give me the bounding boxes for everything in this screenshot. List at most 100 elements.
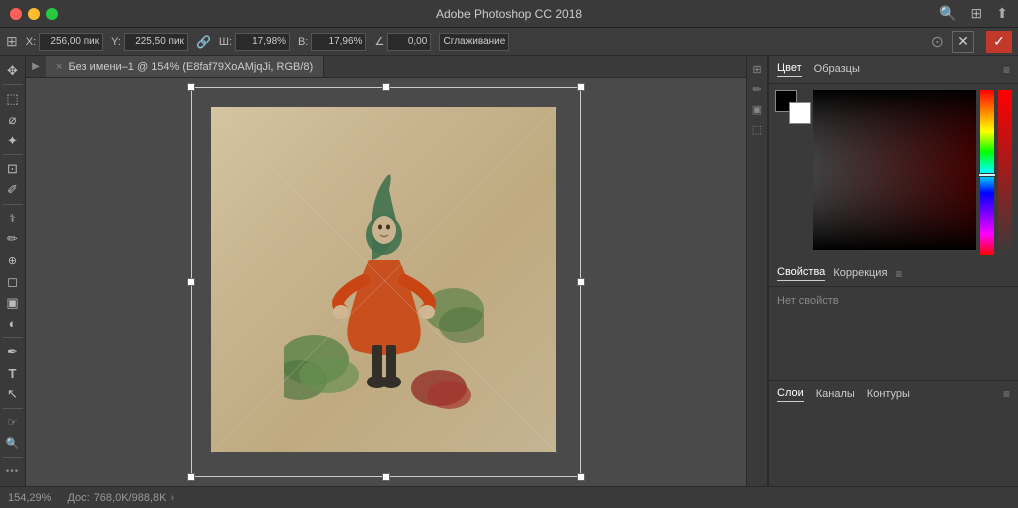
w-field-group: Ш:: [219, 33, 290, 51]
tab-close[interactable]: ×: [56, 61, 62, 73]
tool-patch[interactable]: ⚕: [2, 208, 24, 229]
document-tab[interactable]: × Без имени–1 @ 154% (E8faf79XoAMjqJi, R…: [46, 56, 324, 77]
traffic-lights: [10, 8, 58, 20]
background-swatch[interactable]: [789, 102, 811, 124]
handle-bottom-right[interactable]: [577, 473, 585, 481]
cancel-icon: ✕: [957, 33, 969, 50]
gradient-overlay: [813, 90, 976, 250]
commit-button[interactable]: ✓: [986, 31, 1012, 53]
zoom-level: 154,29%: [8, 492, 51, 504]
commit-icon: ✓: [993, 33, 1005, 50]
w-input[interactable]: [235, 33, 290, 51]
separator: [3, 154, 23, 155]
right-tools-strip: ⊞ ✏ ▣ ⬚: [746, 56, 768, 486]
bottom-panel-tabs: Слои Каналы Контуры ≡: [769, 380, 1018, 406]
tool-eyedrop[interactable]: ✐: [2, 180, 24, 201]
share-icon[interactable]: ⬆: [996, 5, 1008, 22]
maximize-button[interactable]: [46, 8, 58, 20]
handle-top-center[interactable]: [382, 83, 390, 91]
color-panel-menu-icon[interactable]: ≡: [1003, 63, 1010, 77]
x-field-group: X:: [26, 33, 103, 51]
tool-crop[interactable]: ⊡: [2, 158, 24, 179]
interpolation-input[interactable]: [439, 33, 509, 51]
handle-left-center[interactable]: [187, 278, 195, 286]
transform-container[interactable]: ⟳ 0,0°: [191, 87, 581, 477]
x-input[interactable]: [39, 33, 103, 51]
tab-label: Без имени–1 @ 154% (E8faf79XoAMjqJi, RGB…: [68, 61, 313, 73]
h-input[interactable]: [311, 33, 366, 51]
snap-icon[interactable]: ⊙: [931, 32, 944, 52]
doc-size: 768,0K/988,8K: [94, 492, 167, 504]
close-button[interactable]: [10, 8, 22, 20]
tool-pen[interactable]: ✒: [2, 341, 24, 362]
more-tools[interactable]: •••: [2, 461, 24, 482]
tool-stamp[interactable]: ⊕: [2, 250, 24, 271]
tool-eraser[interactable]: ◻: [2, 271, 24, 292]
search-icon[interactable]: 🔍: [939, 5, 956, 22]
hue-bar[interactable]: [980, 90, 994, 255]
tab-channels[interactable]: Каналы: [816, 386, 855, 402]
tool-text[interactable]: T: [2, 362, 24, 383]
handle-right-center[interactable]: [577, 278, 585, 286]
tab-layers[interactable]: Слои: [777, 385, 804, 402]
right-tool-2[interactable]: ✏: [748, 80, 766, 98]
properties-section: Свойства Коррекция ≡ Нет свойств: [769, 261, 1018, 380]
tool-arrow[interactable]: ↖: [2, 384, 24, 405]
right-tool-4[interactable]: ⬚: [748, 120, 766, 138]
tab-paths[interactable]: Контуры: [867, 386, 910, 402]
angle-label: ∠: [374, 35, 384, 48]
separator: [3, 84, 23, 85]
canvas-content[interactable]: ⟳ 0,0°: [26, 78, 746, 486]
minimize-button[interactable]: [28, 8, 40, 20]
color-gradient-picker[interactable]: [813, 90, 976, 250]
angle-input[interactable]: [387, 33, 431, 51]
alpha-bar[interactable]: [998, 90, 1012, 255]
handle-top-right[interactable]: [577, 83, 585, 91]
tool-hand[interactable]: ☞: [2, 412, 24, 433]
transform-icon: ⊞: [6, 33, 18, 50]
panels-icon[interactable]: ⊞: [971, 5, 983, 22]
fg-bg-swatches: [775, 90, 807, 255]
tool-marquee[interactable]: ⬚: [2, 88, 24, 109]
tab-swatches[interactable]: Образцы: [814, 63, 860, 77]
y-input[interactable]: [124, 33, 188, 51]
right-tool-3[interactable]: ▣: [748, 100, 766, 118]
tool-move[interactable]: ✥: [2, 60, 24, 81]
separator: [3, 408, 23, 409]
tab-scroll-left[interactable]: ▶: [26, 56, 46, 77]
doc-label: Дос:: [67, 492, 89, 504]
tab-properties[interactable]: Свойства: [777, 266, 825, 281]
no-properties-label: Нет свойств: [777, 295, 839, 307]
tab-correction[interactable]: Коррекция: [833, 267, 887, 281]
canvas-image: [211, 107, 556, 452]
handle-top-left[interactable]: [187, 83, 195, 91]
link-icon: 🔗: [196, 35, 211, 49]
painting-background: [211, 107, 556, 452]
tool-brush[interactable]: ✏: [2, 229, 24, 250]
handle-bottom-center[interactable]: [382, 473, 390, 481]
tool-burn[interactable]: ◐: [2, 313, 24, 334]
medieval-figure-svg: [284, 140, 484, 420]
tool-gradient[interactable]: ▣: [2, 292, 24, 313]
status-bar: 154,29% Дос: 768,0K/988,8K ›: [0, 486, 1018, 508]
options-bar: ⊞ X: Y: 🔗 Ш: В: ∠ ⊙ ✕ ✓: [0, 28, 1018, 56]
h-field-group: В:: [298, 33, 366, 51]
tab-bar: ▶ × Без имени–1 @ 154% (E8faf79XoAMjqJi,…: [26, 56, 746, 78]
cancel-button[interactable]: ✕: [952, 31, 974, 53]
separator: [3, 337, 23, 338]
properties-menu-icon[interactable]: ≡: [895, 267, 902, 281]
color-picker-area: [769, 84, 1018, 261]
doc-arrow[interactable]: ›: [170, 492, 174, 504]
canvas-area[interactable]: ▶ × Без имени–1 @ 154% (E8faf79XoAMjqJi,…: [26, 56, 746, 486]
color-panel-header: Цвет Образцы ≡: [769, 56, 1018, 84]
hue-slider[interactable]: [978, 173, 996, 177]
tab-color[interactable]: Цвет: [777, 62, 802, 77]
layers-panel-menu-icon[interactable]: ≡: [1003, 387, 1010, 401]
tool-wand[interactable]: ✦: [2, 130, 24, 151]
tool-zoom[interactable]: 🔍: [2, 433, 24, 454]
right-tool-1[interactable]: ⊞: [748, 60, 766, 78]
handle-bottom-left[interactable]: [187, 473, 195, 481]
tool-lasso[interactable]: ⌀: [2, 109, 24, 130]
y-label: Y:: [111, 36, 121, 48]
title-bar-actions: 🔍 ⊞ ⬆: [939, 5, 1008, 22]
